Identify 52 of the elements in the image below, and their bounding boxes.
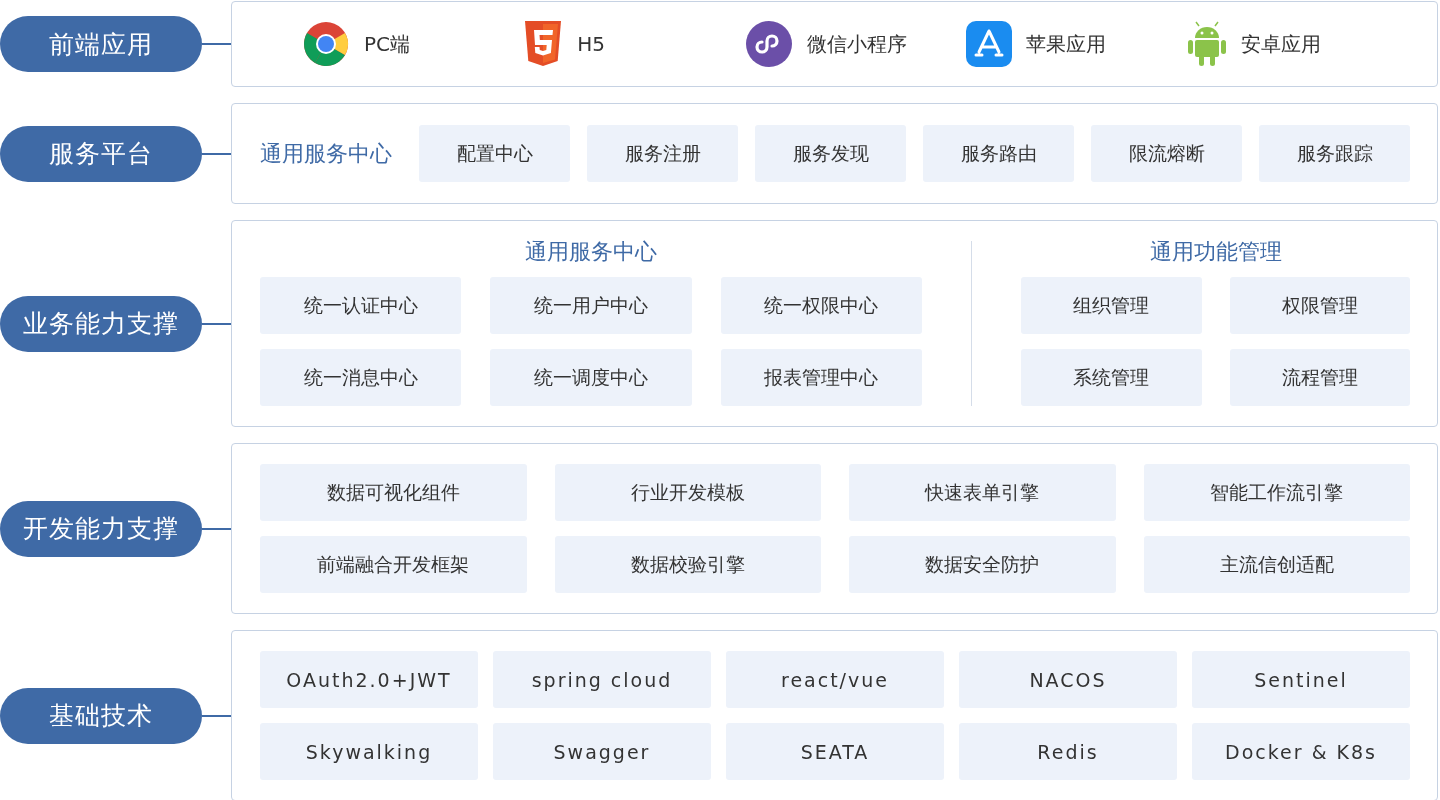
mini-program-icon — [744, 20, 793, 68]
feature-tag: Redis — [959, 723, 1177, 780]
platform-label: PC端 — [364, 30, 411, 58]
feature-tag: 系统管理 — [1021, 349, 1202, 406]
android-robot-icon — [1187, 21, 1227, 67]
feature-tag: 统一权限中心 — [720, 277, 922, 334]
feature-tag: 权限管理 — [1229, 277, 1410, 334]
feature-tag: Swagger — [493, 723, 711, 780]
feature-tag: 报表管理中心 — [720, 349, 922, 406]
section-heading: 通用功能管理 — [1148, 238, 1283, 266]
feature-tag: 智能工作流引擎 — [1143, 464, 1410, 521]
feature-tag: spring cloud — [493, 651, 711, 708]
platform-label: 微信小程序 — [806, 30, 907, 58]
layer-label: 业务能力支撑 — [0, 295, 202, 352]
layer-label: 基础技术 — [0, 687, 202, 744]
feature-tag: 服务跟踪 — [1259, 125, 1410, 182]
feature-tag: OAuth2.0+JWT — [260, 651, 478, 708]
feature-tag: Sentinel — [1192, 651, 1410, 708]
section-heading: 通用服务中心 — [260, 139, 392, 168]
feature-tag: 流程管理 — [1229, 349, 1410, 406]
feature-tag: 统一调度中心 — [490, 349, 692, 406]
feature-tag: 前端融合开发框架 — [260, 536, 527, 593]
feature-tag: Skywalking — [260, 723, 478, 780]
chrome-logo-icon — [302, 20, 350, 68]
feature-tag: react/vue — [726, 651, 944, 708]
feature-tag: 数据可视化组件 — [260, 464, 527, 521]
feature-tag: SEATA — [726, 723, 944, 780]
feature-tag: 服务注册 — [587, 125, 738, 182]
feature-tag: 主流信创适配 — [1143, 536, 1410, 593]
platform-label: 安卓应用 — [1241, 30, 1321, 58]
layer-label: 前端应用 — [0, 16, 202, 72]
feature-tag: 配置中心 — [419, 125, 570, 182]
html5-shield-icon — [523, 21, 564, 67]
feature-tag: 行业开发模板 — [554, 464, 821, 521]
feature-tag: 统一消息中心 — [260, 349, 462, 406]
layer-label: 服务平台 — [0, 125, 202, 182]
feature-tag: 服务发现 — [755, 125, 906, 182]
feature-tag: 快速表单引擎 — [849, 464, 1116, 521]
section-heading: 通用服务中心 — [524, 238, 658, 266]
platform-label: 苹果应用 — [1025, 30, 1106, 58]
feature-tag: Docker & K8s — [1192, 723, 1410, 780]
app-store-icon — [965, 21, 1012, 67]
feature-tag: 数据校验引擎 — [554, 536, 821, 593]
feature-tag: 组织管理 — [1021, 277, 1202, 334]
layer-label: 开发能力支撑 — [0, 500, 202, 557]
platform-label: H5 — [577, 32, 605, 56]
feature-tag: 统一认证中心 — [260, 277, 462, 334]
feature-tag: NACOS — [959, 651, 1177, 708]
feature-tag: 统一用户中心 — [490, 277, 692, 334]
feature-tag: 限流熔断 — [1091, 125, 1242, 182]
feature-tag: 数据安全防护 — [849, 536, 1116, 593]
feature-tag: 服务路由 — [923, 125, 1074, 182]
